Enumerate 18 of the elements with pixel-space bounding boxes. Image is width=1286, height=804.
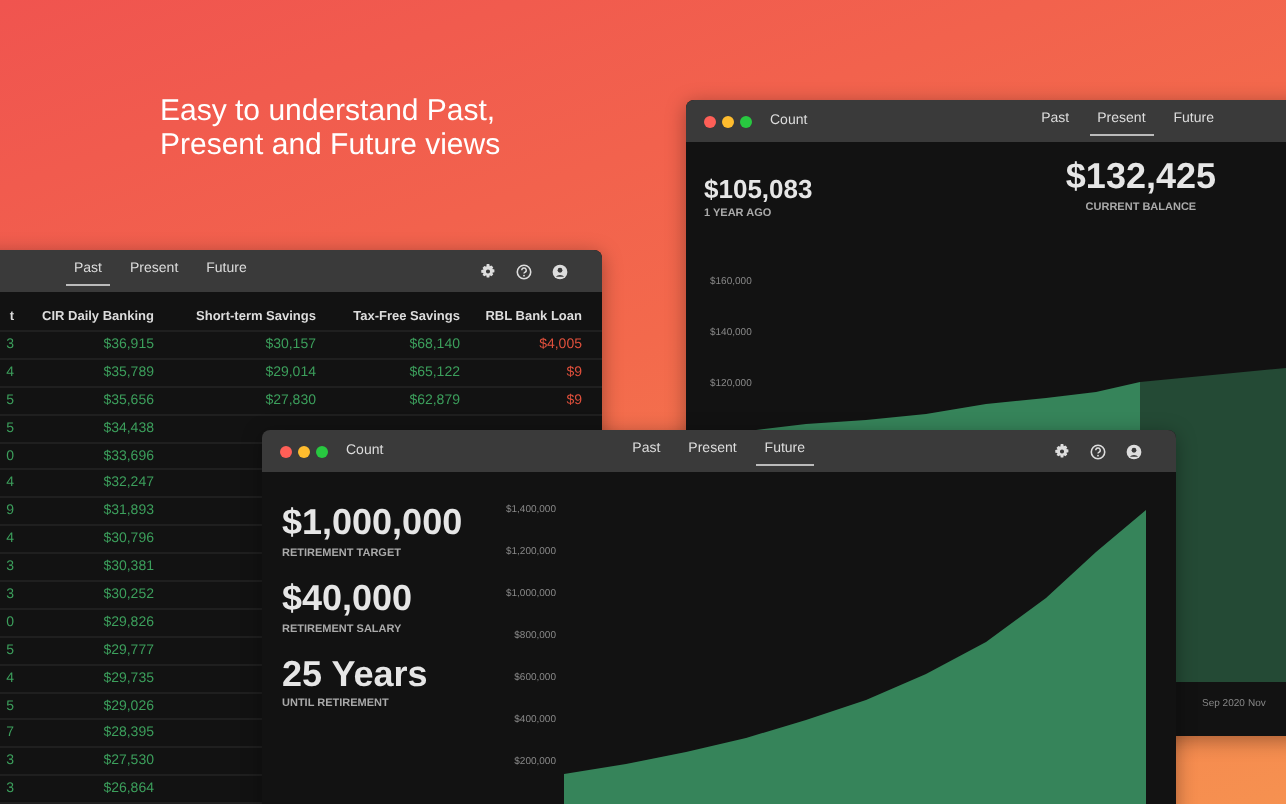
close-button[interactable] <box>704 115 716 127</box>
stat-value: $40,000 <box>282 579 415 620</box>
settings-icon[interactable] <box>1054 443 1070 459</box>
account-icon[interactable] <box>1126 443 1142 459</box>
stat-value: $105,083 <box>704 176 813 205</box>
headline: Easy to understand Past, Present and Future views <box>160 94 501 162</box>
zoom-button[interactable] <box>740 115 752 127</box>
zoom-button[interactable] <box>316 445 328 457</box>
stat-value: 25 Years <box>282 655 430 695</box>
settings-icon[interactable] <box>480 263 496 279</box>
account-icon[interactable] <box>552 263 568 279</box>
stat-value: $132,425 <box>1065 158 1216 198</box>
stat-value: $1,000,000 <box>282 504 465 544</box>
help-icon[interactable] <box>1090 443 1106 459</box>
minimize-button[interactable] <box>722 115 734 127</box>
close-button[interactable] <box>280 445 292 457</box>
help-icon[interactable] <box>516 263 532 279</box>
minimize-button[interactable] <box>298 445 310 457</box>
